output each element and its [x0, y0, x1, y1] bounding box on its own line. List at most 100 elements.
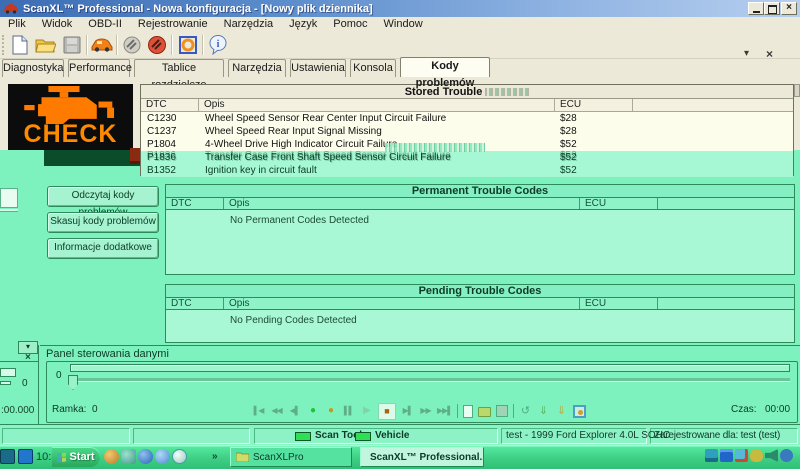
menu-pomoc[interactable]: Pomoc	[325, 17, 375, 32]
col-ecu[interactable]: ECU	[555, 99, 633, 111]
step-back-button[interactable]: ◀▌	[288, 403, 301, 419]
tray-display-icon[interactable]	[705, 449, 718, 462]
col-opis[interactable]: Opis	[199, 99, 555, 111]
pending-table-body: No Pending Codes Detected	[166, 310, 794, 342]
tab-ustawienia[interactable]: Ustawienia	[290, 59, 346, 77]
read-codes-button[interactable]: Odczytaj kody problemów	[47, 186, 159, 207]
grid-view-icon[interactable]	[573, 405, 586, 418]
mdi-menu-icon[interactable]: ▾	[744, 48, 749, 59]
frame-value: 0	[92, 404, 98, 415]
record-button[interactable]: ●	[306, 403, 319, 419]
start-button[interactable]: Start	[52, 447, 100, 467]
table-row[interactable]: C1237 Wheel Speed Rear Input Signal Miss…	[141, 125, 793, 138]
glitch-fragment	[0, 188, 18, 208]
scan-tool-led	[295, 432, 311, 441]
mdi-close-icon[interactable]: ×	[766, 47, 773, 61]
window-title: ScanXL™ Professional - Nowa konfiguracja…	[23, 3, 373, 15]
export-icon[interactable]: ⇓	[537, 403, 550, 419]
minimize-button[interactable]	[748, 2, 764, 15]
undo-icon[interactable]: ↺	[519, 403, 532, 419]
app-car-icon	[3, 3, 19, 14]
start-label: Start	[69, 451, 94, 463]
tray-volume-icon[interactable]	[765, 449, 778, 462]
restore-button[interactable]	[764, 2, 780, 15]
separator	[457, 404, 458, 418]
tab-kody-problemow[interactable]: Kody problemów	[400, 57, 490, 77]
menu-plik[interactable]: Plik	[0, 17, 34, 32]
tab-diagnostyka[interactable]: Diagnostyka	[2, 59, 64, 77]
col-dtc[interactable]: DTC	[166, 298, 224, 309]
table-row[interactable]: P1836 Transfer Case Front Shaft Speed Se…	[141, 151, 793, 164]
menu-narzedzia[interactable]: Narzędzia	[216, 17, 282, 32]
tray-shield-icon[interactable]	[750, 449, 763, 462]
connect-plug-icon	[122, 35, 142, 55]
skip-start-button[interactable]: ▌◀	[252, 403, 265, 419]
menu-jezyk[interactable]: Język	[281, 17, 325, 32]
transport-controls: ▌◀ ◀◀ ◀▌ ● ● ▌▌ ▶ ■ ▶▌ ▶▶ ▶▶▌ ↺ ⇓ ⇓	[252, 402, 586, 420]
col-opis[interactable]: Opis	[224, 298, 580, 309]
permanent-trouble-table: Permanent Trouble Codes DTC Opis ECU No …	[165, 184, 795, 275]
clear-codes-button[interactable]: Skasuj kody problemów	[47, 212, 159, 233]
step-forward-button[interactable]: ▶▌	[401, 403, 414, 419]
scanxl-window: ScanXL™ Professional - Nowa konfiguracja…	[0, 0, 800, 469]
menu-window[interactable]: Window	[376, 17, 431, 32]
col-opis[interactable]: Opis	[224, 198, 580, 209]
toolbar-grip[interactable]	[2, 35, 7, 55]
windows-logo-icon	[57, 452, 66, 462]
connect-button[interactable]	[120, 34, 143, 56]
vehicle-car-icon	[91, 38, 113, 52]
new-file-button[interactable]	[8, 34, 31, 56]
fast-forward-button[interactable]: ▶▶	[419, 403, 432, 419]
export-icon-2[interactable]: ⇓	[555, 403, 568, 419]
new-log-icon[interactable]	[463, 405, 473, 418]
progress-track[interactable]	[70, 364, 790, 372]
dashboard-editor-button[interactable]	[176, 34, 199, 56]
menu-widok[interactable]: Widok	[34, 17, 81, 32]
extra-info-button[interactable]: Informacje dodatkowe	[47, 238, 159, 259]
col-ecu[interactable]: ECU	[580, 298, 658, 309]
disconnect-button[interactable]	[145, 34, 168, 56]
save-file-button[interactable]	[60, 34, 83, 56]
menu-obd2[interactable]: OBD-II	[80, 17, 130, 32]
quicklaunch-overflow-chevron[interactable]: »	[212, 451, 218, 462]
tab-narzedzia[interactable]: Narzędzia	[228, 59, 286, 77]
open-log-icon[interactable]	[478, 407, 491, 417]
quicklaunch-ie-icon[interactable]	[138, 449, 153, 464]
about-button[interactable]: i	[206, 34, 229, 56]
tray-battery-icon[interactable]	[720, 449, 733, 462]
taskbar-button-scanxlpro[interactable]: ScanXLPro	[230, 447, 352, 467]
col-dtc[interactable]: DTC	[141, 99, 199, 111]
tab-performance[interactable]: Performance	[68, 59, 130, 77]
quicklaunch-picture-icon[interactable]	[121, 449, 136, 464]
title-bar[interactable]: ScanXL™ Professional - Nowa konfiguracja…	[0, 0, 800, 17]
table-row[interactable]: C1230 Wheel Speed Sensor Rear Center Inp…	[141, 112, 793, 125]
tray-network-error-icon[interactable]	[735, 449, 748, 462]
skip-end-button[interactable]: ▶▶▌	[437, 403, 452, 419]
quicklaunch-globe-icon[interactable]	[104, 449, 119, 464]
taskbar-button-scanxl-professional[interactable]: ScanXL™ Professional...	[360, 447, 484, 467]
col-ecu[interactable]: ECU	[580, 198, 658, 209]
open-file-button[interactable]	[34, 34, 57, 56]
pause-button[interactable]: ▌▌	[342, 403, 355, 419]
tab-tablice-rozdzielcze[interactable]: Tablice rozdzielcze	[134, 59, 224, 77]
close-button[interactable]: ×	[781, 2, 797, 15]
vehicle-manager-button[interactable]	[90, 34, 113, 56]
quicklaunch-media-icon[interactable]	[172, 449, 187, 464]
slider-rail[interactable]	[70, 378, 790, 382]
stop-button[interactable]: ■	[378, 403, 396, 420]
table-row[interactable]: B1352 Ignition key in circuit fault $52	[141, 164, 793, 177]
tab-konsola[interactable]: Konsola	[350, 59, 396, 77]
menu-rejestrowanie[interactable]: Rejestrowanie	[130, 17, 216, 32]
play-button[interactable]: ▶	[360, 403, 373, 419]
save-log-icon[interactable]	[496, 405, 508, 417]
svg-text:i: i	[216, 39, 219, 50]
tray-update-icon[interactable]	[780, 449, 793, 462]
status-bar: Scan Tool Vehicle test - 1999 Ford Explo…	[0, 424, 800, 445]
col-dtc[interactable]: DTC	[166, 198, 224, 209]
col-blank	[633, 99, 793, 111]
quicklaunch-browser-icon[interactable]	[155, 449, 170, 464]
bookmark-button[interactable]: ●	[324, 403, 337, 419]
rewind-button[interactable]: ◀◀	[270, 403, 283, 419]
stored-table-header: DTC Opis ECU	[141, 99, 793, 112]
vehicle-label: Vehicle	[375, 430, 409, 441]
